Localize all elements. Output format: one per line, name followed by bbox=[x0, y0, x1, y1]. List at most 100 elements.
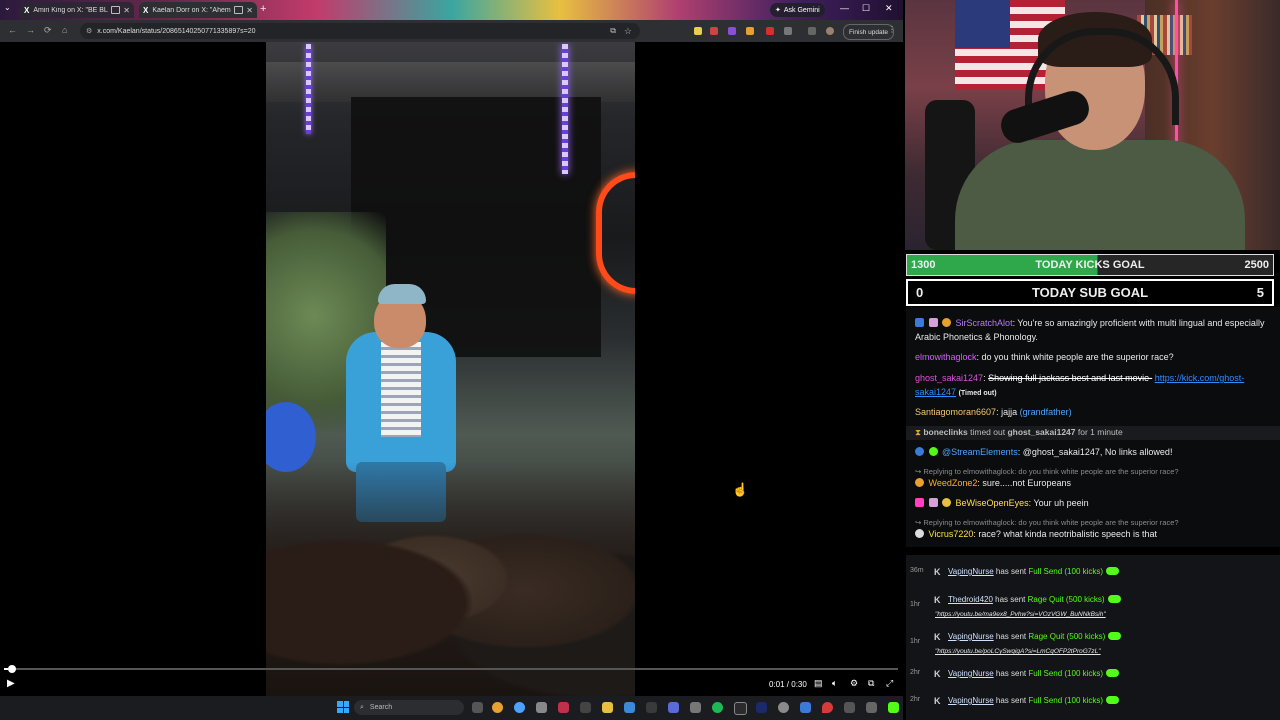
moderated-user[interactable]: ghost_sakai1247 bbox=[1007, 427, 1075, 437]
chat-message[interactable]: WeedZone2: sure.....not Europeans bbox=[915, 477, 1273, 491]
close-tab-icon[interactable]: ✕ bbox=[246, 6, 253, 15]
chat-message[interactable]: @StreamElements: @ghost_sakai1247, No li… bbox=[915, 446, 1273, 460]
chat-username[interactable]: Santiagomoran6607 bbox=[915, 407, 996, 417]
chat-username[interactable]: SirScratchAlot bbox=[956, 318, 1013, 328]
extension-icon[interactable] bbox=[710, 27, 718, 35]
app-icon[interactable] bbox=[646, 702, 657, 713]
chat-panel[interactable]: SirScratchAlot: You're so amazingly prof… bbox=[906, 307, 1280, 547]
bookmark-star-icon[interactable]: ☆ bbox=[624, 26, 632, 37]
app-icon[interactable] bbox=[690, 702, 701, 713]
event-time: 2hr bbox=[910, 669, 921, 676]
event-user[interactable]: VapingNurse bbox=[948, 669, 994, 678]
close-tab-icon[interactable]: ✕ bbox=[123, 6, 130, 15]
chat-username[interactable]: ghost_sakai1247 bbox=[915, 373, 983, 383]
event-link[interactable]: "https://youtu.be/ma9ex8_Pvhw?si=VOzVGW_… bbox=[935, 611, 1106, 618]
minimize-button[interactable]: — bbox=[840, 3, 849, 13]
captions-icon[interactable]: ▤ bbox=[814, 678, 823, 689]
event-link[interactable]: "https://youtu.be/poLCySwqigA?si=LmCqOFP… bbox=[935, 648, 1101, 655]
chat-message-deleted[interactable]: ghost_sakai1247: Showing full jackass be… bbox=[915, 372, 1273, 400]
app-icon[interactable] bbox=[778, 702, 789, 713]
pip-icon[interactable]: ⧉ bbox=[868, 678, 874, 689]
seek-bar[interactable] bbox=[4, 665, 898, 673]
app-icon[interactable] bbox=[866, 702, 877, 713]
audio-icon[interactable] bbox=[234, 6, 244, 14]
moderation-duration: for 1 minute bbox=[1077, 427, 1123, 437]
spotify-icon[interactable] bbox=[712, 702, 723, 713]
home-button[interactable]: ⌂ bbox=[62, 25, 67, 35]
app-icon[interactable] bbox=[844, 702, 855, 713]
app-icon[interactable] bbox=[558, 702, 569, 713]
back-button[interactable]: ← bbox=[8, 25, 17, 35]
reload-button[interactable]: ⟳ bbox=[44, 25, 52, 36]
settings-icon[interactable]: ⚙ bbox=[850, 678, 858, 689]
app-icon[interactable] bbox=[492, 702, 503, 713]
chat-username[interactable]: elmowithaglock bbox=[915, 352, 977, 362]
chat-text: Showing full jackass best and last movie… bbox=[988, 373, 1153, 383]
badge-icon bbox=[915, 478, 924, 487]
event-user[interactable]: VapingNurse bbox=[948, 696, 994, 705]
audio-icon[interactable] bbox=[111, 6, 121, 14]
tab-search-icon[interactable]: ⌄ bbox=[4, 3, 11, 12]
ask-gemini-label: Ask Gemini bbox=[783, 6, 820, 14]
install-icon[interactable]: ⧉ bbox=[610, 26, 616, 36]
chat-username[interactable]: WeedZone2 bbox=[929, 478, 978, 488]
kick-icon[interactable] bbox=[888, 702, 899, 713]
sidepanel-icon[interactable] bbox=[808, 27, 816, 35]
app-icon[interactable] bbox=[734, 702, 747, 715]
chat-username[interactable]: @StreamElements bbox=[942, 447, 1018, 457]
finish-update-button[interactable]: Finish update bbox=[843, 24, 895, 40]
chat-username[interactable]: Vicrus7220 bbox=[929, 529, 974, 539]
ask-gemini-button[interactable]: ✦ Ask Gemini bbox=[770, 3, 825, 17]
kick-logo-icon: K bbox=[934, 696, 941, 706]
close-window-button[interactable]: ✕ bbox=[885, 3, 893, 14]
chat-text: @ghost_sakai1247, No links allowed! bbox=[1022, 447, 1173, 457]
app-icon[interactable] bbox=[800, 702, 811, 713]
tab-kaelan-dorr[interactable]: X Kaelan Dorr on X: "Ahem... ✕ bbox=[139, 2, 257, 18]
app-icon[interactable] bbox=[756, 702, 767, 713]
chat-message[interactable]: BeWiseOpenEyes: Your uh peein bbox=[915, 497, 1273, 511]
moderation-action: timed out bbox=[970, 427, 1006, 437]
maximize-button[interactable]: ☐ bbox=[862, 3, 870, 14]
event-user[interactable]: Thedroid420 bbox=[948, 595, 993, 604]
app-icon[interactable] bbox=[822, 702, 833, 713]
extensions-puzzle-icon[interactable] bbox=[784, 27, 792, 35]
volume-icon[interactable]: 🔈︎ bbox=[832, 678, 837, 689]
app-icon[interactable] bbox=[536, 702, 547, 713]
chat-message[interactable]: Santiagomoran6607: jajja (grandfather) bbox=[915, 406, 1273, 420]
moderator-name[interactable]: boneclinks bbox=[923, 427, 967, 437]
event-user[interactable]: VapingNurse bbox=[948, 567, 994, 576]
windows-start-icon[interactable] bbox=[337, 701, 349, 713]
extension-icon[interactable] bbox=[746, 27, 754, 35]
seek-handle[interactable] bbox=[8, 665, 17, 673]
address-bar[interactable]: ⚙ x.com/Kaelan/status/208651402507713358… bbox=[80, 23, 640, 39]
chrome-icon[interactable] bbox=[514, 702, 525, 713]
app-icon[interactable] bbox=[624, 702, 635, 713]
forward-button[interactable]: → bbox=[26, 25, 35, 35]
new-tab-button[interactable]: + bbox=[260, 3, 266, 15]
chat-message[interactable]: elmowithaglock: do you think white peopl… bbox=[915, 351, 1273, 365]
chat-tag: (grandfather) bbox=[1019, 407, 1072, 417]
video-player[interactable]: ☝ ▶ 0:01 / 0:30 ▤ 🔈︎ ⚙ ⧉ ⤢ bbox=[0, 42, 903, 696]
chat-message[interactable]: Vicrus7220: race? what kinda neotribalis… bbox=[915, 528, 1273, 542]
play-button[interactable]: ▶ bbox=[7, 678, 15, 689]
kick-logo-icon: K bbox=[934, 567, 941, 577]
chat-username[interactable]: BeWiseOpenEyes bbox=[956, 498, 1029, 508]
app-icon[interactable] bbox=[580, 702, 591, 713]
menu-kebab-icon[interactable]: ⋮ bbox=[888, 25, 896, 34]
event-item: Full Send (100 kicks) bbox=[1028, 567, 1104, 576]
site-info-icon[interactable]: ⚙ bbox=[86, 27, 92, 35]
file-explorer-icon[interactable] bbox=[602, 702, 613, 713]
video-frame[interactable] bbox=[266, 42, 635, 696]
fullscreen-icon[interactable]: ⤢ bbox=[886, 678, 893, 689]
extension-icon[interactable] bbox=[694, 27, 702, 35]
extension-icon[interactable] bbox=[766, 27, 774, 35]
task-view-icon[interactable] bbox=[472, 702, 483, 713]
app-icon[interactable] bbox=[668, 702, 679, 713]
taskbar-search[interactable]: ⌕ Search bbox=[354, 700, 464, 715]
kick-coin-icon bbox=[1106, 669, 1120, 677]
extension-icon[interactable] bbox=[728, 27, 736, 35]
chat-message[interactable]: SirScratchAlot: You're so amazingly prof… bbox=[915, 317, 1273, 344]
tab-amiri-king[interactable]: X Amiri King on X: "BE BLACK" ✕ bbox=[20, 2, 134, 18]
profile-avatar[interactable] bbox=[826, 27, 834, 35]
event-user[interactable]: VapingNurse bbox=[948, 632, 994, 641]
